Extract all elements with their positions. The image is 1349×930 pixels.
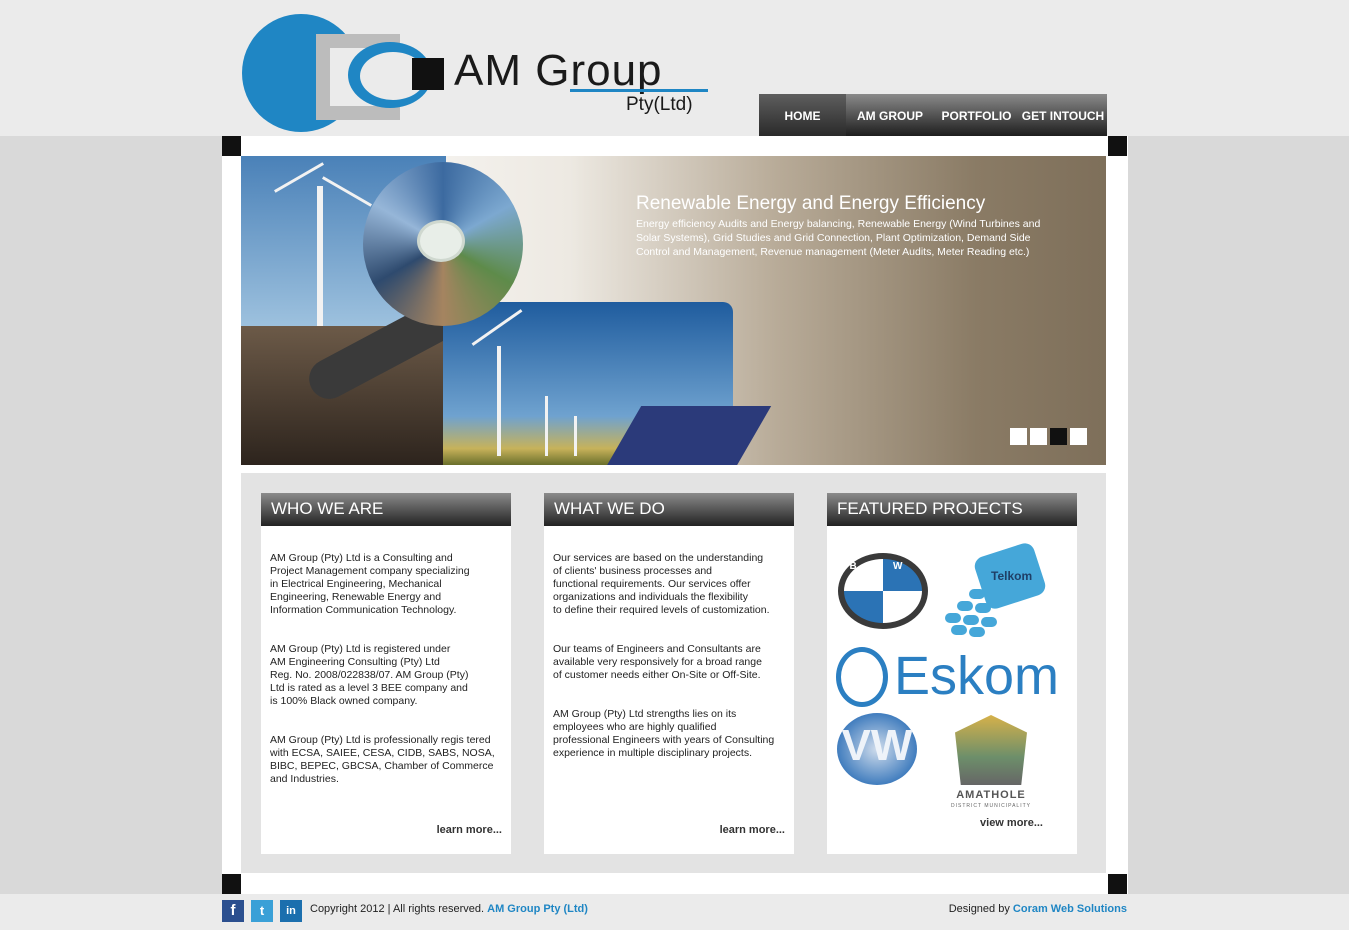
who-we-are-box: WHO WE ARE AM Group (Pty) Ltd is a Consu… (261, 493, 511, 854)
logo-square-icon (412, 58, 444, 90)
telkom-logo[interactable]: Telkom (939, 540, 1048, 637)
amathole-logo[interactable]: AMATHOLE DISTRICT MUNICIPALITY (941, 713, 1041, 809)
hero-slider: Renewable Energy and Energy Efficiency E… (241, 156, 1106, 465)
amathole-crest-icon (955, 715, 1027, 785)
content-area: WHO WE ARE AM Group (Pty) Ltd is a Consu… (241, 473, 1106, 873)
main-nav: HOME AM GROUP PORTFOLIO GET INTOUCH (759, 94, 1107, 136)
view-more-link[interactable]: view more... (980, 817, 1043, 829)
what-we-do-paragraph: Our teams of Engineers and Consultants a… (553, 643, 762, 681)
copyright: Copyright 2012 | All rights reserved. AM… (310, 903, 588, 915)
featured-projects-box: FEATURED PROJECTS BMW Telkom Eskom VW AM… (827, 493, 1077, 854)
learn-more-link[interactable]: learn more... (720, 824, 785, 836)
twitter-icon[interactable]: t (251, 900, 273, 922)
eskom-symbol-icon (836, 647, 888, 707)
slider-dot-4[interactable] (1070, 428, 1087, 445)
site-logo[interactable]: AM Group Pty(Ltd) (240, 12, 720, 134)
logo-underline (570, 89, 708, 92)
slider-title: Renewable Energy and Energy Efficiency (636, 193, 986, 214)
what-we-do-heading: WHAT WE DO (544, 493, 794, 526)
nav-home[interactable]: HOME (759, 94, 846, 136)
eskom-logo[interactable]: Eskom (836, 645, 1059, 709)
designer-credit: Designed by Coram Web Solutions (949, 903, 1127, 915)
frame-corner (222, 874, 241, 894)
learn-more-link[interactable]: learn more... (437, 824, 502, 836)
linkedin-icon[interactable]: in (280, 900, 302, 922)
who-we-are-heading: WHO WE ARE (261, 493, 511, 526)
slider-dot-2[interactable] (1030, 428, 1047, 445)
slider-description: Energy efficiency Audits and Energy bala… (636, 218, 1041, 258)
slider-dot-1[interactable] (1010, 428, 1027, 445)
facebook-icon[interactable]: f (222, 900, 244, 922)
slider-pager (1010, 428, 1087, 445)
designed-by-text: Designed by (948, 903, 1010, 915)
what-we-do-box: WHAT WE DO Our services are based on the… (544, 493, 794, 854)
bmw-logo[interactable]: BMW (838, 553, 928, 629)
what-we-do-paragraph: Our services are based on the understand… (553, 552, 770, 616)
footer-band (0, 894, 1349, 930)
who-we-are-paragraph: AM Group (Pty) Ltd is a Consulting and P… (270, 552, 470, 616)
frame-corner (1108, 874, 1127, 894)
frame-corner (222, 136, 241, 156)
nav-am-group[interactable]: AM GROUP (846, 94, 934, 136)
who-we-are-paragraph: AM Group (Pty) Ltd is registered under A… (270, 643, 469, 707)
who-we-are-paragraph: AM Group (Pty) Ltd is professionally reg… (270, 734, 495, 785)
nav-portfolio[interactable]: PORTFOLIO (934, 94, 1019, 136)
designer-link[interactable]: Coram Web Solutions (1013, 903, 1127, 915)
featured-projects-heading: FEATURED PROJECTS (827, 493, 1077, 526)
vw-logo[interactable]: VW (837, 713, 917, 785)
frame-corner (1108, 136, 1127, 156)
copyright-text: Copyright 2012 | All rights reserved. (310, 903, 485, 915)
slider-dot-3[interactable] (1050, 428, 1067, 445)
what-we-do-paragraph: AM Group (Pty) Ltd strengths lies on its… (553, 708, 775, 759)
nav-get-intouch[interactable]: GET INTOUCH (1019, 94, 1107, 136)
company-link[interactable]: AM Group Pty (Ltd) (487, 903, 588, 915)
logo-suffix: Pty(Ltd) (626, 94, 693, 115)
